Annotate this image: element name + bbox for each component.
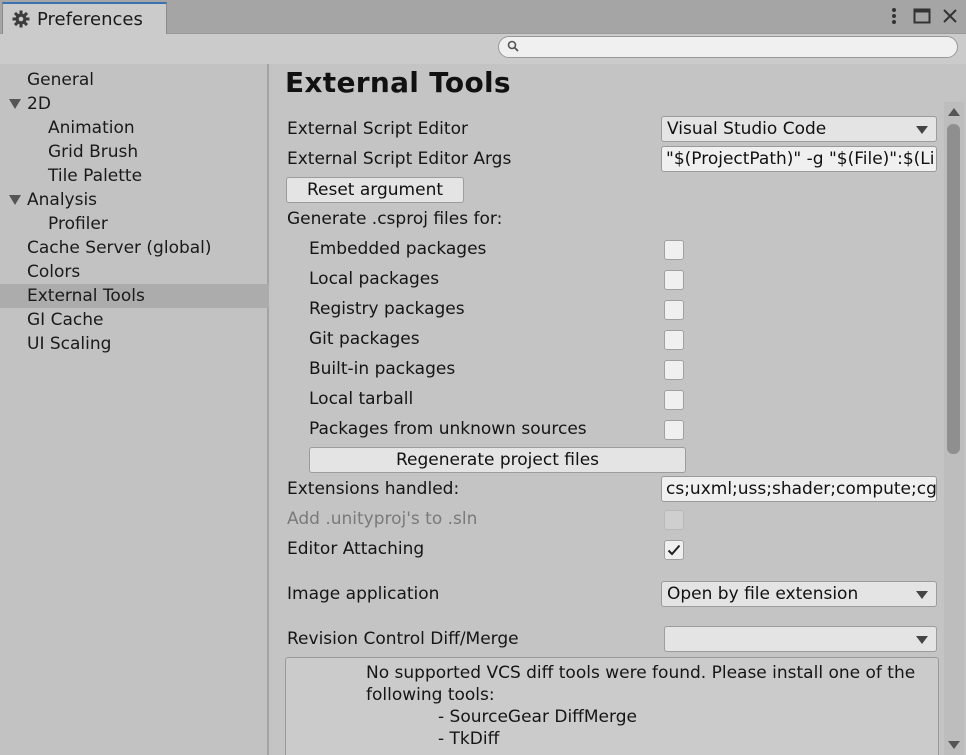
sidebar-item-label: GI Cache: [27, 310, 104, 330]
editor-attaching-label: Editor Attaching: [287, 539, 425, 559]
sidebar-item-label: UI Scaling: [27, 334, 112, 354]
extensions-handled-field[interactable]: cs;uxml;uss;shader;compute;cginc;hlsl;gl…: [661, 476, 937, 502]
sidebar-item-label: General: [27, 70, 94, 90]
image-application-label: Image application: [287, 584, 440, 604]
vertical-scrollbar[interactable]: [944, 102, 964, 755]
revision-control-dropdown[interactable]: [664, 626, 937, 652]
tab-bar: Preferences: [0, 0, 966, 34]
external-script-editor-args-label: External Script Editor Args: [287, 149, 512, 169]
embedded-packages-checkbox[interactable]: [664, 240, 684, 260]
sidebar-item-label: Analysis: [27, 190, 98, 210]
sidebar-item-label: Cache Server (global): [27, 238, 212, 258]
scroll-down-icon[interactable]: [948, 741, 960, 749]
search-input[interactable]: [525, 38, 957, 56]
sidebar-item-grid-brush[interactable]: Grid Brush: [0, 140, 269, 164]
sidebar-item-profiler[interactable]: Profiler: [0, 212, 269, 236]
sidebar-item-2d[interactable]: 2D: [0, 92, 269, 116]
sidebar-item-label: Colors: [27, 262, 81, 282]
expand-arrow-icon[interactable]: [9, 195, 21, 205]
tab-preferences[interactable]: Preferences: [2, 2, 167, 34]
local-packages-label: Local packages: [309, 269, 440, 289]
sidebar-item-label: Profiler: [48, 214, 108, 234]
git-packages-checkbox[interactable]: [664, 330, 684, 350]
external-script-editor-args-field[interactable]: "$(ProjectPath)" -g "$(File)":$(Line):$(…: [661, 146, 937, 172]
local-tarball-checkbox[interactable]: [664, 390, 684, 410]
sidebar-item-general[interactable]: General: [0, 68, 269, 92]
sidebar-item-label: Grid Brush: [48, 142, 139, 162]
built-in-packages-label: Built-in packages: [309, 359, 456, 379]
sidebar-item-label: Tile Palette: [48, 166, 143, 186]
local-tarball-label: Local tarball: [309, 389, 414, 409]
embedded-packages-label: Embedded packages: [309, 239, 487, 259]
sidebar-item-colors[interactable]: Colors: [0, 260, 269, 284]
reset-argument-button[interactable]: Reset argument: [286, 177, 464, 203]
external-script-editor-dropdown[interactable]: Visual Studio Code: [661, 116, 937, 142]
page-title: External Tools: [285, 66, 511, 99]
window-controls: [884, 4, 960, 28]
unknown-sources-label: Packages from unknown sources: [309, 419, 587, 439]
registry-packages-checkbox[interactable]: [664, 300, 684, 320]
sidebar-item-external-tools[interactable]: External Tools: [0, 284, 269, 308]
unknown-sources-checkbox[interactable]: [664, 420, 684, 440]
sidebar-item-cache-server[interactable]: Cache Server (global): [0, 236, 269, 260]
more-icon[interactable]: [884, 6, 904, 26]
maximize-icon[interactable]: [912, 6, 932, 26]
checkmark-icon: [667, 544, 681, 556]
scroll-up-icon[interactable]: [948, 108, 960, 116]
image-application-dropdown[interactable]: Open by file extension: [661, 581, 937, 607]
registry-packages-label: Registry packages: [309, 299, 465, 319]
add-unityproj-checkbox: [664, 510, 684, 530]
close-icon[interactable]: [940, 6, 960, 26]
sidebar-item-animation[interactable]: Animation: [0, 116, 269, 140]
dropdown-value: Open by file extension: [667, 584, 859, 604]
sidebar-item-label: External Tools: [27, 286, 145, 306]
main-panel: External Tools External Script Editor Vi…: [271, 64, 966, 755]
chevron-down-icon: [916, 591, 928, 599]
extensions-handled-label: Extensions handled:: [287, 479, 460, 499]
dropdown-value: Visual Studio Code: [667, 119, 827, 139]
regenerate-project-files-button[interactable]: Regenerate project files: [309, 447, 686, 473]
git-packages-label: Git packages: [309, 329, 420, 349]
search-icon: [507, 37, 519, 57]
search-box[interactable]: [498, 36, 958, 58]
sidebar-item-label: Animation: [48, 118, 135, 138]
generate-csproj-label: Generate .csproj files for:: [287, 209, 503, 229]
sidebar: General 2D Animation Grid Brush Tile Pal…: [0, 64, 269, 755]
sidebar-item-ui-scaling[interactable]: UI Scaling: [0, 332, 269, 356]
chevron-down-icon: [916, 636, 928, 644]
help-tool-item: - TkDiff: [438, 729, 500, 749]
help-tool-item: - SourceGear DiffMerge: [438, 707, 637, 727]
help-text-line: No supported VCS diff tools were found. …: [366, 663, 916, 683]
scrollbar-thumb[interactable]: [947, 124, 960, 454]
sidebar-item-analysis[interactable]: Analysis: [0, 188, 269, 212]
chevron-down-icon: [916, 126, 928, 134]
external-script-editor-label: External Script Editor: [287, 119, 468, 139]
built-in-packages-checkbox[interactable]: [664, 360, 684, 380]
sidebar-item-label: 2D: [27, 94, 51, 114]
sidebar-item-gi-cache[interactable]: GI Cache: [0, 308, 269, 332]
help-text-line: following tools:: [366, 685, 495, 705]
vcs-help-box: No supported VCS diff tools were found. …: [285, 657, 939, 755]
editor-attaching-checkbox[interactable]: [664, 540, 684, 560]
sidebar-item-tile-palette[interactable]: Tile Palette: [0, 164, 269, 188]
tab-title: Preferences: [37, 8, 143, 30]
add-unityproj-label: Add .unityproj's to .sln: [287, 509, 478, 529]
gear-icon: [11, 9, 31, 29]
local-packages-checkbox[interactable]: [664, 270, 684, 290]
revision-control-label: Revision Control Diff/Merge: [287, 629, 519, 649]
toolbar: [0, 34, 966, 64]
expand-arrow-icon[interactable]: [9, 99, 21, 109]
